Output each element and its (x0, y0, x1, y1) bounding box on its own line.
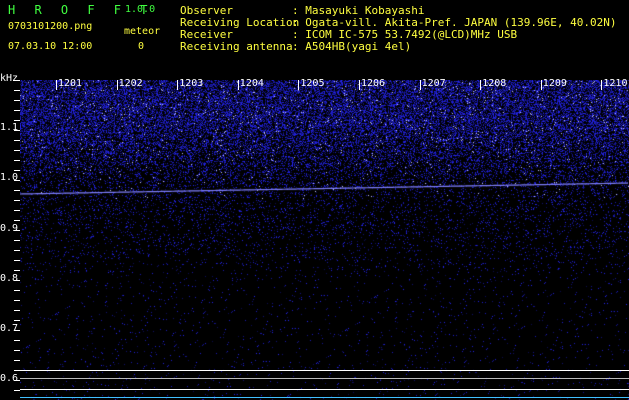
x-tick-label: 1203 (179, 78, 204, 89)
x-tick-label: 1202 (118, 78, 143, 89)
datetime: 07.03.10 12:00 (8, 41, 93, 52)
y-tick-label: 1.0 (0, 172, 19, 183)
y-tick-label: 0.7 (0, 323, 19, 334)
x-tick-label: 1206 (361, 78, 386, 89)
y-tick-label: 0.8 (0, 273, 19, 284)
meteor-label: meteor (124, 26, 161, 37)
y-tick-label: 1.1 (0, 122, 19, 133)
y-tick-label: 0.6 (0, 373, 19, 384)
app-version: 1.0.0 (125, 4, 156, 15)
y-unit-label: kHz (0, 73, 19, 84)
meteor-count: 0 (138, 41, 145, 52)
x-tick-label: 1208 (482, 78, 507, 89)
x-tick-label: 1207 (421, 78, 446, 89)
x-tick-label: 1201 (58, 78, 83, 89)
header-panel: H R O F F T 1.0.0 0703101200.png meteor … (0, 0, 629, 72)
filename: 0703101200.png (8, 21, 93, 32)
spectrogram-canvas (20, 80, 629, 400)
antenna-label: Receiving antenna (180, 40, 293, 53)
antenna-value: : A504HB(yagi 4el) (292, 40, 412, 53)
y-tick-label: 0.9 (0, 223, 19, 234)
x-tick-label: 1205 (300, 78, 325, 89)
x-tick-label: 1209 (542, 78, 567, 89)
x-tick-label: 1210 (603, 78, 628, 89)
x-tick-label: 1204 (239, 78, 264, 89)
